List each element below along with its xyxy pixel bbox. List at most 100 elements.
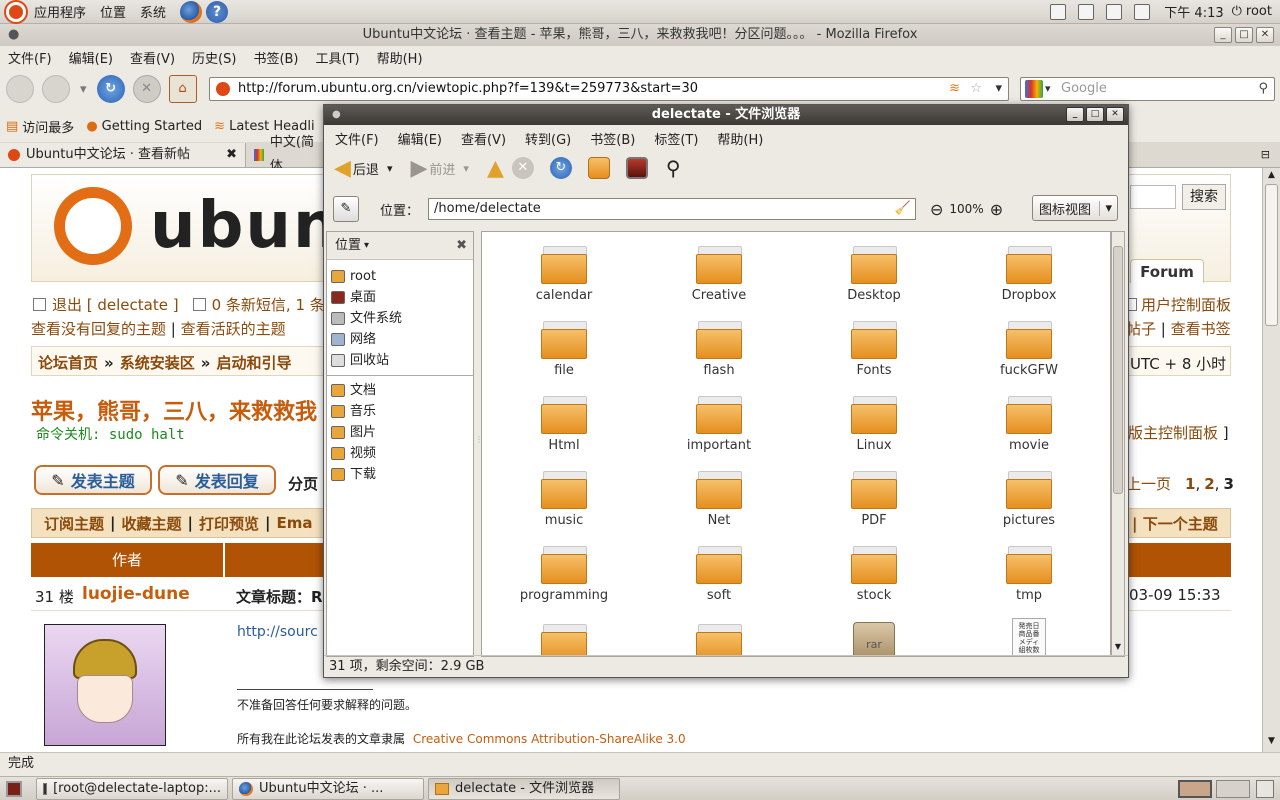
zoom-out-icon[interactable]: ⊖ <box>930 200 943 219</box>
sidebar-item-downloads[interactable]: 下载 <box>327 464 473 485</box>
scroll-down-icon[interactable]: ▼ <box>1112 642 1124 651</box>
task-terminal[interactable]: [root@delectate-laptop:... <box>36 777 228 800</box>
page-2[interactable]: 2 <box>1204 475 1214 493</box>
back-history-icon[interactable]: ▾ <box>387 162 393 175</box>
toggle-location-icon[interactable]: ✎ <box>333 196 359 222</box>
menu-places[interactable]: 位置 <box>100 2 126 21</box>
logout-link[interactable]: 退出 [ delectate ] <box>52 294 179 315</box>
folder-item[interactable]: tmp <box>969 546 1089 603</box>
url-dropdown-icon[interactable]: ▾ <box>995 78 1002 100</box>
url-bar[interactable]: http://forum.ubuntu.org.cn/viewtopic.php… <box>209 77 1009 101</box>
folder-item[interactable]: file <box>504 321 624 378</box>
folder-item[interactable]: music <box>504 471 624 528</box>
next-topic-link[interactable]: 下一个主题 <box>1143 515 1218 533</box>
engine-dropdown-icon[interactable]: ▾ <box>1045 78 1051 100</box>
folder-item[interactable]: movie <box>969 396 1089 453</box>
search-box[interactable]: ▾ Google ⚲ <box>1020 77 1275 101</box>
menu-help[interactable]: 帮助(H) <box>717 129 763 148</box>
close-button[interactable]: ✕ <box>1106 107 1124 122</box>
menu-view[interactable]: 查看(V) <box>130 48 175 67</box>
reload-icon[interactable]: ↻ <box>96 75 125 103</box>
menu-edit[interactable]: 编辑(E) <box>69 48 113 67</box>
sidebar-item-music[interactable]: 音乐 <box>327 401 473 422</box>
tab-list-icon[interactable]: ⊟ <box>1261 148 1270 161</box>
cc-license-link[interactable]: Creative Commons Attribution-ShareAlike … <box>413 732 686 746</box>
show-desktop-icon[interactable] <box>6 780 22 797</box>
url-text[interactable]: http://forum.ubuntu.org.cn/viewtopic.php… <box>238 81 698 96</box>
location-field[interactable]: /home/delectate 🧹 <box>428 198 916 220</box>
folder-item-partial[interactable] <box>504 624 624 656</box>
menu-go[interactable]: 转到(G) <box>525 129 571 148</box>
ucp-link[interactable]: 用户控制面板 <box>1141 294 1231 315</box>
sidebar-item-documents[interactable]: 文档 <box>327 380 473 401</box>
network-icon[interactable] <box>1106 3 1123 20</box>
menu-bookmarks[interactable]: 书签(B) <box>253 48 298 67</box>
minimize-button[interactable]: _ <box>1066 107 1084 122</box>
topic-title[interactable]: 苹果，熊哥，三八，来救救我 <box>31 394 317 426</box>
ubuntu-logo-icon[interactable] <box>6 1 26 22</box>
prev-page-link[interactable]: 上一页 <box>1126 473 1171 494</box>
sidebar-dropdown-icon[interactable]: ▾ <box>364 232 369 260</box>
history-dropdown-icon[interactable]: ▾ <box>80 82 87 97</box>
scroll-up-icon[interactable]: ▲ <box>1265 170 1278 182</box>
document-item-partial[interactable]: 発売日 商品番 メディ 組枚数 <box>969 618 1089 656</box>
mod-panel-link[interactable]: 版主控制面板 <box>1128 424 1218 442</box>
folder-item[interactable]: Linux <box>814 396 934 453</box>
help-icon[interactable]: ? <box>206 0 229 23</box>
reload-icon[interactable]: ↻ <box>549 157 572 179</box>
sidebar-title-select[interactable]: 位置 <box>335 232 361 260</box>
search-icon[interactable]: ⚲ <box>1258 78 1268 100</box>
pane-resize-handle[interactable]: ⋮ <box>475 435 483 444</box>
pm-link[interactable]: 0 条新短信, 1 条 <box>212 294 325 315</box>
icon-view-scrollbar[interactable]: ▼ <box>1111 231 1125 657</box>
back-button[interactable]: ◀ 后退 ▾ <box>334 156 392 181</box>
scroll-down-icon[interactable]: ▼ <box>1265 736 1278 748</box>
workspace-2[interactable] <box>1216 779 1250 798</box>
home-icon[interactable]: ⌂ <box>168 75 197 103</box>
mail-icon[interactable] <box>1134 3 1151 20</box>
forum-search-button[interactable]: 搜索 <box>1182 184 1226 210</box>
scroll-thumb[interactable] <box>1113 246 1123 494</box>
sidebar-item-filesystem[interactable]: 文件系统 <box>327 308 473 329</box>
subscribe-link[interactable]: 订阅主题 <box>44 513 104 534</box>
new-topic-button[interactable]: ✎ 发表主题 <box>34 465 152 495</box>
bookmark-most-visited[interactable]: 访问最多 <box>22 117 74 136</box>
clear-location-icon[interactable]: 🧹 <box>895 199 911 219</box>
folder-item[interactable]: Fonts <box>814 321 934 378</box>
window-menu-icon[interactable]: ● <box>332 105 341 125</box>
post-link[interactable]: http://sourc <box>237 624 318 640</box>
folder-item[interactable]: important <box>659 396 779 453</box>
rss-icon[interactable]: ≋ <box>949 78 960 100</box>
sidebar-item-root[interactable]: root <box>327 266 473 287</box>
home-folder-icon[interactable] <box>587 157 610 179</box>
bookmark-star-icon[interactable]: ☆ <box>970 78 982 100</box>
back-icon[interactable] <box>6 75 34 103</box>
bookmark-getting-started[interactable]: Getting Started <box>102 119 203 134</box>
menu-history[interactable]: 历史(S) <box>192 48 236 67</box>
user-name[interactable]: root <box>1246 4 1272 19</box>
menu-help[interactable]: 帮助(H) <box>377 48 423 67</box>
menu-tabs[interactable]: 标签(T) <box>654 129 698 148</box>
reply-button[interactable]: ✎ 发表回复 <box>158 465 276 495</box>
folder-item[interactable]: Html <box>504 396 624 453</box>
menu-file[interactable]: 文件(F) <box>335 129 379 148</box>
archive-item-partial[interactable]: rar <box>814 622 934 656</box>
trash-icon[interactable] <box>1256 779 1274 798</box>
sidebar-item-desktop[interactable]: 桌面 <box>327 287 473 308</box>
maximize-button[interactable]: □ <box>1235 27 1253 43</box>
forward-button[interactable]: ▶ 前进 ▾ <box>410 156 468 181</box>
folder-item-partial[interactable] <box>659 624 779 656</box>
sidebar-item-videos[interactable]: 视频 <box>327 443 473 464</box>
tab-close-icon[interactable]: ✖ <box>226 143 237 167</box>
breadcrumb-home[interactable]: 论坛首页 <box>38 352 98 373</box>
folder-item[interactable]: soft <box>659 546 779 603</box>
folder-item[interactable]: Creative <box>659 246 779 303</box>
folder-item[interactable]: Dropbox <box>969 246 1089 303</box>
google-engine-icon[interactable] <box>1025 80 1043 98</box>
task-file-browser[interactable]: delectate - 文件浏览器 <box>428 777 620 800</box>
menu-view[interactable]: 查看(V) <box>461 129 506 148</box>
folder-item[interactable]: flash <box>659 321 779 378</box>
menu-file[interactable]: 文件(F) <box>8 48 52 67</box>
power-icon[interactable]: ⏻ <box>1232 4 1242 19</box>
firefox-launcher-icon[interactable] <box>180 0 203 23</box>
